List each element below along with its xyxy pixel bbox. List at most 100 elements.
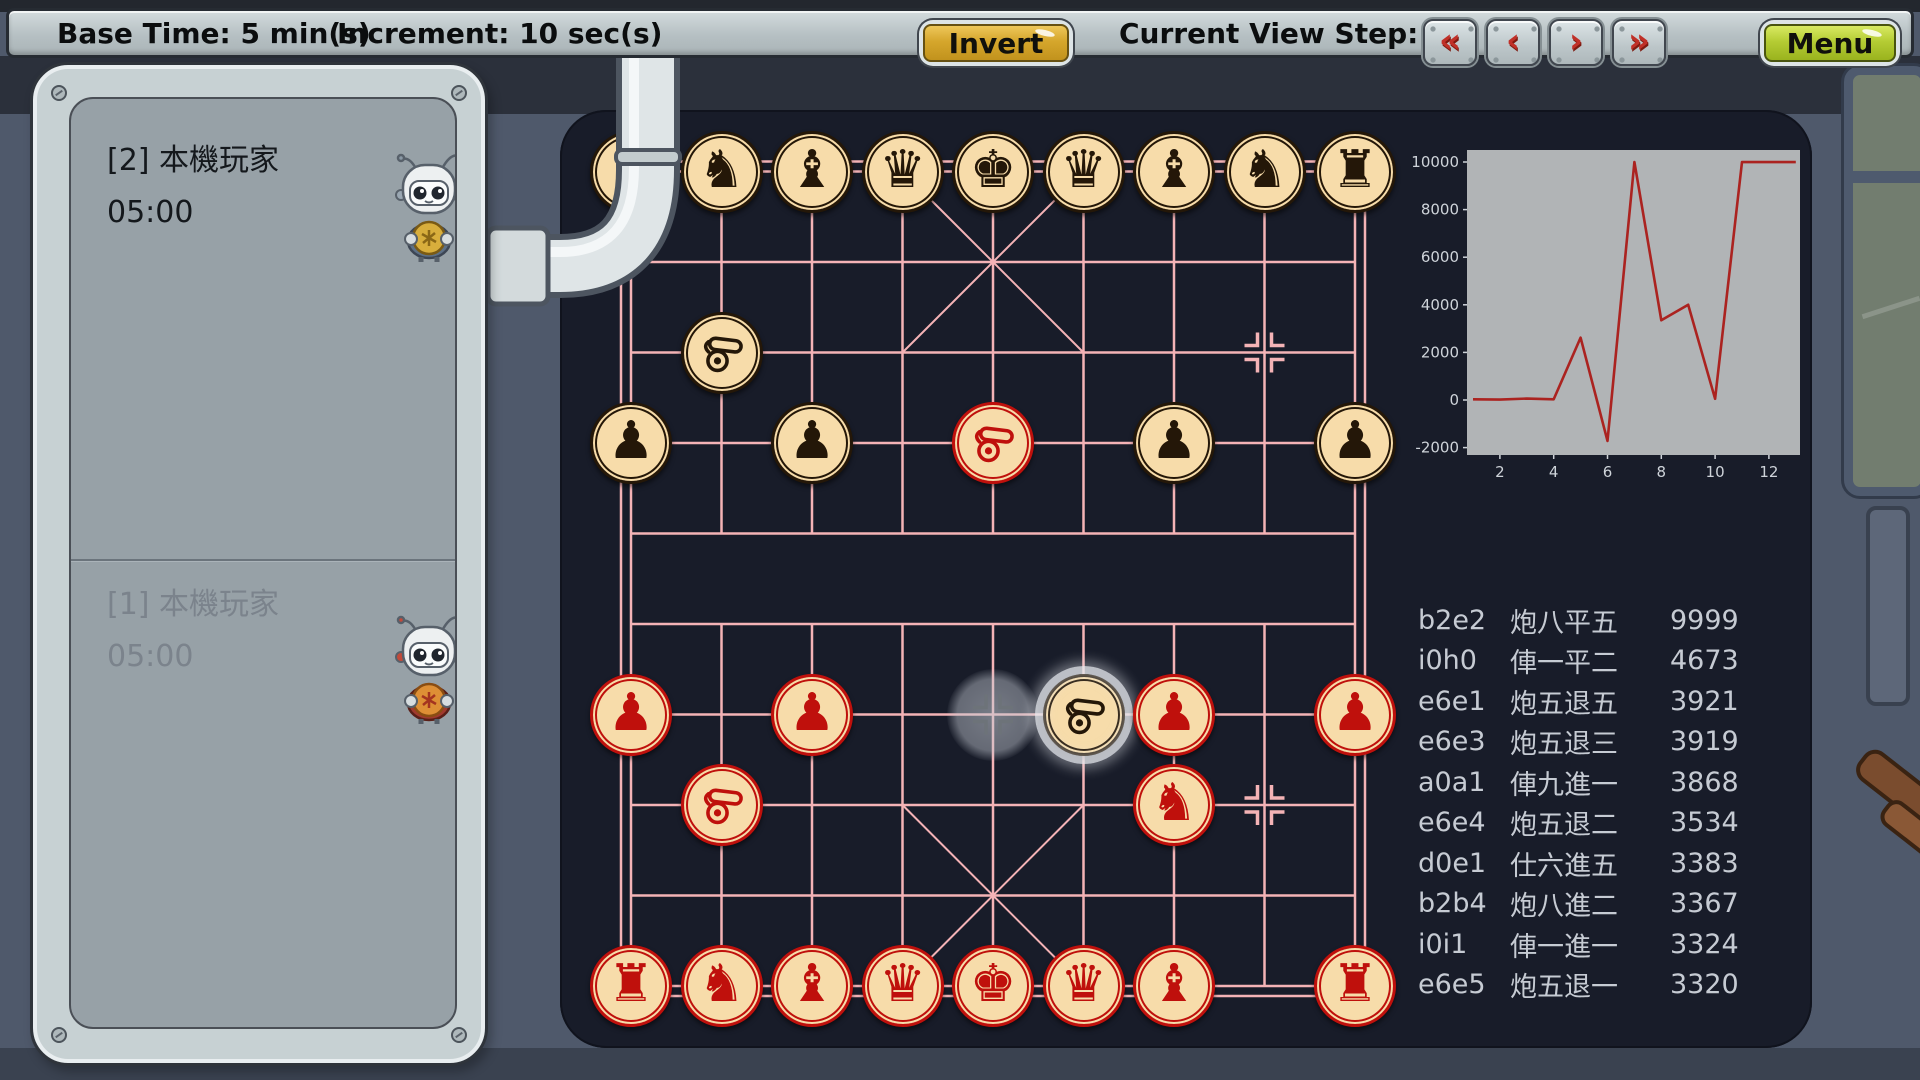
robot-avatar-icon [389, 151, 457, 263]
move-notation: 俥九進一 [1510, 763, 1670, 802]
piece-black-rook-i9[interactable]: ♜ [1314, 131, 1396, 213]
analysis-move-row[interactable]: a0a1俥九進一3868 [1418, 762, 1700, 803]
analysis-move-row[interactable]: e6e5炮五退一3320 [1418, 965, 1700, 1006]
double-right-chevron-icon: » [1628, 24, 1650, 58]
analysis-move-row[interactable]: e6e1炮五退五3921 [1418, 681, 1700, 722]
move-score: 3534 [1670, 807, 1739, 838]
rook-icon: ♜ [1332, 144, 1379, 196]
move-score: 3868 [1670, 767, 1739, 798]
analysis-move-row[interactable]: e6e4炮五退二3534 [1418, 803, 1700, 844]
piece-black-advisor-d9[interactable]: ♛ [862, 131, 944, 213]
move-score: 9999 [1670, 605, 1739, 636]
advisor-icon: ♛ [1060, 144, 1107, 196]
piece-black-horse-h9[interactable]: ♞ [1224, 131, 1306, 213]
screw-icon [451, 1027, 467, 1043]
cannon-icon [966, 416, 1020, 470]
piece-red-advisor-f0[interactable]: ♛ [1043, 945, 1125, 1027]
analysis-move-row[interactable]: i0h0俥一平二4673 [1418, 641, 1700, 682]
move-coordinate: i0h0 [1418, 645, 1510, 676]
piece-black-pawn-a6[interactable]: ♟ [590, 402, 672, 484]
player-divider [71, 559, 455, 561]
move-coordinate: b2b4 [1418, 888, 1510, 919]
player-clock: 05:00 [107, 195, 193, 230]
move-score: 4673 [1670, 645, 1739, 676]
horse-icon: ♞ [1241, 144, 1288, 196]
move-score: 3919 [1670, 726, 1739, 757]
base-time-label: Base Time: 5 min(s) [57, 17, 371, 50]
app-window: ♜♞♝♛♚♛♝♞♜♟♟♟♟♟♟♟♟♞♜♞♝♛♚♛♝♜ -200002000400… [0, 0, 1920, 1080]
next-step-button[interactable]: › [1549, 19, 1603, 66]
piece-black-cannon-b7[interactable] [681, 312, 763, 394]
cannon-icon [695, 326, 749, 380]
piece-red-pawn-i3[interactable]: ♟ [1314, 674, 1396, 756]
piece-red-rook-i0[interactable]: ♜ [1314, 945, 1396, 1027]
elephant-icon: ♝ [1151, 958, 1198, 1010]
rook-icon: ♜ [608, 958, 655, 1010]
move-score: 3320 [1670, 969, 1739, 1000]
cannon-icon [695, 778, 749, 832]
move-coordinate: i0i1 [1418, 929, 1510, 960]
move-score: 3921 [1670, 686, 1739, 717]
advisor-icon: ♛ [879, 144, 926, 196]
top-bar: Base Time: 5 min(s) Increment: 10 sec(s)… [6, 8, 1914, 58]
piece-black-pawn-i6[interactable]: ♟ [1314, 402, 1396, 484]
move-notation: 仕六進五 [1510, 844, 1670, 883]
piece-red-pawn-c3[interactable]: ♟ [771, 674, 853, 756]
menu-button[interactable]: Menu [1764, 24, 1896, 62]
piece-black-horse-b9[interactable]: ♞ [681, 131, 763, 213]
analysis-move-row[interactable]: b2e2炮八平五9999 [1418, 600, 1700, 641]
piece-red-elephant-c0[interactable]: ♝ [771, 945, 853, 1027]
move-notation: 炮八進二 [1510, 884, 1670, 923]
player-name: [2] 本機玩家 [107, 135, 279, 179]
screw-icon [451, 85, 467, 101]
move-score: 3324 [1670, 929, 1739, 960]
analysis-move-row[interactable]: i0i1俥一進一3324 [1418, 924, 1700, 965]
piece-black-advisor-f9[interactable]: ♛ [1043, 131, 1125, 213]
advisor-icon: ♛ [1060, 958, 1107, 1010]
pawn-icon: ♟ [608, 687, 655, 739]
pawn-icon: ♟ [1332, 415, 1379, 467]
piece-red-advisor-d0[interactable]: ♛ [862, 945, 944, 1027]
piece-red-cannon-b2[interactable] [681, 764, 763, 846]
robot-avatar-icon [389, 613, 457, 725]
piece-black-rook-a9[interactable]: ♜ [590, 131, 672, 213]
piece-black-pawn-c6[interactable]: ♟ [771, 402, 853, 484]
piece-red-pawn-g3[interactable]: ♟ [1133, 674, 1215, 756]
piece-red-king-e0[interactable]: ♚ [952, 945, 1034, 1027]
piece-black-elephant-g9[interactable]: ♝ [1133, 131, 1215, 213]
piece-black-pawn-g6[interactable]: ♟ [1133, 402, 1215, 484]
elephant-icon: ♝ [789, 958, 836, 1010]
player-cards: [2] 本機玩家 05:00 [1] 本機玩家 05:00 [69, 97, 457, 1029]
player-clock: 05:00 [107, 639, 193, 674]
rook-icon: ♜ [608, 144, 655, 196]
advisor-icon: ♛ [879, 958, 926, 1010]
double-left-chevron-icon: « [1439, 24, 1461, 58]
invert-button-frame: Invert [923, 24, 1069, 62]
menu-button-frame: Menu [1764, 24, 1896, 62]
piece-red-pawn-a3[interactable]: ♟ [590, 674, 672, 756]
piece-black-elephant-c9[interactable]: ♝ [771, 131, 853, 213]
move-notation: 俥一進一 [1510, 925, 1670, 964]
horse-icon: ♞ [698, 144, 745, 196]
right-chevron-icon: › [1569, 24, 1583, 58]
piece-red-horse-g2[interactable]: ♞ [1133, 764, 1215, 846]
piece-red-horse-b0[interactable]: ♞ [681, 945, 763, 1027]
analysis-move-row[interactable]: d0e1仕六進五3383 [1418, 843, 1700, 884]
move-score: 3383 [1670, 848, 1739, 879]
move-notation: 俥一平二 [1510, 641, 1670, 680]
piece-red-elephant-g0[interactable]: ♝ [1133, 945, 1215, 1027]
piece-red-rook-a0[interactable]: ♜ [590, 945, 672, 1027]
piece-black-cannon-f3[interactable] [1043, 674, 1125, 756]
first-step-button[interactable]: « [1423, 19, 1477, 66]
last-step-button[interactable]: » [1612, 19, 1666, 66]
move-coordinate: d0e1 [1418, 848, 1510, 879]
analysis-move-row[interactable]: b2b4炮八進二3367 [1418, 884, 1700, 925]
piece-black-king-e9[interactable]: ♚ [952, 131, 1034, 213]
move-notation: 炮五退五 [1510, 682, 1670, 721]
analysis-move-row[interactable]: e6e3炮五退三3919 [1418, 722, 1700, 763]
previous-step-button[interactable]: ‹ [1486, 19, 1540, 66]
move-notation: 炮五退二 [1510, 803, 1670, 842]
pawn-icon: ♟ [1151, 415, 1198, 467]
piece-red-cannon-e6[interactable] [952, 402, 1034, 484]
screw-icon [51, 1027, 67, 1043]
